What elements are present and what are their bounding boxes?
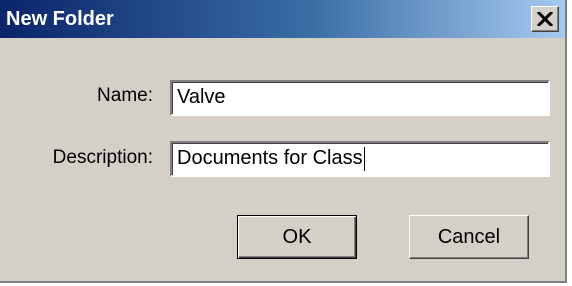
new-folder-dialog: New Folder Name: Valve Description: Docu… — [0, 0, 567, 283]
dialog-title: New Folder — [6, 8, 114, 30]
name-input-value: Valve — [177, 86, 226, 108]
name-label: Name: — [97, 85, 153, 106]
cancel-button-label: Cancel — [437, 225, 501, 248]
description-input[interactable]: Documents for Class — [170, 141, 550, 177]
cancel-button[interactable]: Cancel — [409, 215, 529, 259]
name-input[interactable]: Valve — [170, 80, 550, 116]
description-label: Description: — [52, 147, 153, 168]
close-x-icon — [537, 12, 553, 26]
description-input-value: Documents for Class — [177, 147, 363, 169]
text-caret — [363, 146, 365, 171]
close-button[interactable] — [531, 6, 559, 32]
title-bar[interactable]: New Folder — [0, 0, 565, 38]
ok-button-label: OK — [282, 225, 312, 248]
ok-button[interactable]: OK — [237, 215, 357, 259]
